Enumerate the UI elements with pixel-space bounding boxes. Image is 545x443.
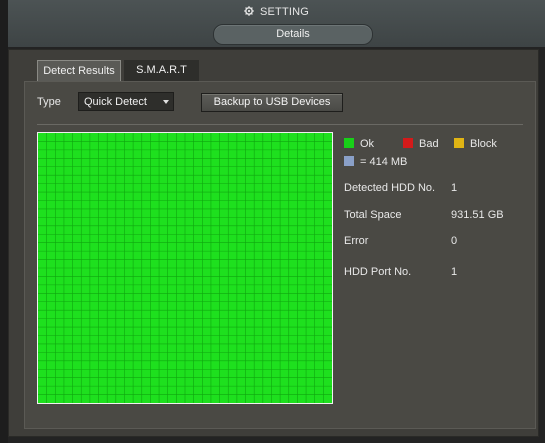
backup-usb-button[interactable]: Backup to USB Devices [201, 93, 343, 112]
error-label: Error [344, 235, 369, 247]
legend-ok: Ok [344, 137, 374, 151]
setting-title-text: SETTING [259, 6, 310, 18]
unit-swatch [344, 156, 354, 166]
bad-swatch [403, 138, 413, 148]
main-panel: Detect Results S.M.A.R.T Type Quick Dete… [8, 49, 539, 437]
type-select-value: Quick Detect [84, 96, 147, 108]
error-value: 0 [451, 235, 458, 247]
legend-ok-label: Ok [360, 138, 375, 150]
ok-swatch [344, 138, 354, 148]
legend-unit: = 414 MB [344, 155, 407, 169]
setting-title: SETTING [8, 6, 545, 18]
block-swatch [454, 138, 464, 148]
type-select[interactable]: Quick Detect [78, 92, 174, 111]
detect-results-panel: Type Quick Detect Backup to USB Devices … [24, 81, 536, 429]
disk-block-grid-svg [38, 133, 332, 403]
tab-smart[interactable]: S.M.A.R.T [124, 60, 199, 81]
legend-unit-label: = 414 MB [360, 156, 408, 168]
total-space-label: Total Space [344, 209, 402, 221]
divider [37, 124, 523, 125]
legend-block: Block [454, 137, 497, 151]
legend-bad-label: Bad [419, 138, 439, 150]
chevron-down-icon[interactable] [163, 100, 169, 104]
setting-window: SETTING Details Detect Results S.M.A.R.T… [0, 0, 545, 443]
type-label: Type [37, 96, 61, 108]
details-title-pill: Details [213, 24, 373, 45]
hdd-port-label: HDD Port No. [344, 266, 412, 278]
gear-icon [244, 6, 254, 16]
hdd-port-value: 1 [451, 266, 458, 278]
left-edge-strip [0, 0, 8, 443]
top-header: SETTING Details [8, 0, 545, 47]
detected-hdd-value: 1 [451, 182, 458, 194]
legend-bad: Bad [403, 137, 439, 151]
disk-block-grid [37, 132, 333, 404]
total-space-value: 931.51 GB [451, 209, 504, 221]
tab-detect-results[interactable]: Detect Results [37, 60, 121, 81]
legend-block-label: Block [470, 138, 497, 150]
detected-hdd-label: Detected HDD No. [344, 182, 436, 194]
